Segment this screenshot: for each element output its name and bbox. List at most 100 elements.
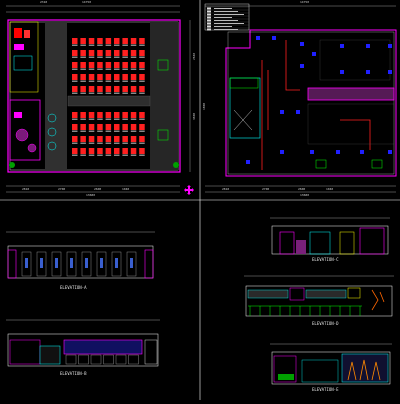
dim-side-1: 2640 — [192, 52, 196, 60]
seat-desk — [122, 80, 128, 82]
legend-swatch — [207, 10, 211, 13]
elevation-b-panel — [128, 354, 139, 365]
seat — [88, 50, 95, 56]
light-fixture — [366, 70, 370, 74]
legend-text-bar — [214, 11, 238, 12]
seat — [139, 112, 145, 118]
seat-desk — [88, 92, 95, 94]
seat-desk — [139, 92, 145, 94]
legend-text-bar — [214, 17, 232, 18]
seat-desk — [80, 92, 86, 94]
seat-desk — [114, 56, 120, 58]
seat-desk — [114, 68, 120, 70]
elevation-a-figure — [40, 258, 43, 268]
seat-desk — [139, 44, 145, 46]
seat-desk — [88, 142, 95, 144]
legend-table — [205, 6, 249, 31]
seat — [122, 62, 128, 68]
seat — [80, 38, 86, 44]
light-fixture — [246, 160, 250, 164]
seat — [97, 50, 103, 56]
seat-desk — [139, 142, 145, 144]
seat — [105, 124, 112, 130]
legend-text-bar — [214, 29, 238, 30]
seat — [139, 124, 145, 130]
seat-desk — [105, 68, 112, 70]
seat-desk — [130, 130, 137, 132]
seat-desk — [88, 130, 95, 132]
seat-desk — [97, 80, 103, 82]
seat — [80, 112, 86, 118]
dim-right-bottom-1: 2810 — [222, 187, 230, 191]
elevation-e-drawing — [270, 343, 392, 385]
seat-desk — [130, 80, 137, 82]
dim-right-bottom-4: 1040 — [326, 187, 334, 191]
seat-desk — [88, 68, 95, 70]
seat-desk — [114, 92, 120, 94]
dim-right-bottom-3: 2600 — [298, 187, 306, 191]
seat-desk — [139, 118, 145, 120]
legend-swatch — [207, 22, 211, 25]
seat — [105, 74, 112, 80]
seat-desk — [105, 118, 112, 120]
elevation-a-figure — [70, 258, 73, 268]
seat-desk — [122, 56, 128, 58]
light-fixture — [388, 70, 392, 74]
legend-swatch — [207, 28, 211, 31]
elevation-d-drawing — [244, 275, 394, 317]
elevation-c-drawing — [270, 217, 390, 255]
seat — [88, 74, 95, 80]
seat — [80, 124, 86, 130]
dim-bottom-1: 2810 — [22, 187, 30, 191]
dim-right-bottom-total: 13680 — [300, 193, 310, 197]
legend-text-bar — [214, 14, 244, 15]
seat-desk — [114, 130, 120, 132]
light-fixture — [366, 44, 370, 48]
seat — [122, 124, 128, 130]
seat-desk — [97, 118, 103, 120]
seat-desk — [122, 44, 128, 46]
seat-desk — [80, 130, 86, 132]
seat-desk — [130, 56, 137, 58]
light-fixture — [310, 150, 314, 154]
elevation-a-drawing — [6, 231, 155, 279]
elevation-b-drawing — [6, 319, 160, 367]
seat — [122, 112, 128, 118]
seat-desk — [80, 154, 86, 156]
seat-desk — [72, 68, 78, 70]
seat — [139, 50, 145, 56]
seat — [88, 112, 95, 118]
elevation-b-title: ELEVATION-B — [60, 371, 87, 376]
seat — [139, 136, 145, 142]
elevation-b-panel — [115, 354, 127, 365]
elevation-b-panel — [90, 354, 102, 365]
seat-desk — [130, 118, 137, 120]
seat-desk — [105, 92, 112, 94]
light-fixture — [296, 110, 300, 114]
legend-text-bar — [214, 20, 238, 21]
elevation-b-panels — [65, 354, 139, 365]
seat-desk — [72, 92, 78, 94]
seat-desk — [130, 142, 137, 144]
seat-desk — [88, 44, 95, 46]
seat — [105, 62, 112, 68]
seat-desk — [80, 142, 86, 144]
dim-bottom-total: 13680 — [86, 193, 96, 197]
seat — [88, 62, 95, 68]
seat — [72, 38, 78, 44]
seat — [122, 136, 128, 142]
seat — [130, 148, 137, 154]
seat-desk — [80, 44, 86, 46]
seat-desk — [122, 68, 128, 70]
dim-bottom-4: 1040 — [122, 187, 130, 191]
legend-swatch — [207, 25, 211, 28]
seat — [72, 50, 78, 56]
seat — [114, 124, 120, 130]
seat — [130, 50, 137, 56]
seat-desk — [97, 44, 103, 46]
seat — [72, 112, 78, 118]
seat-desk — [122, 130, 128, 132]
seat — [139, 74, 145, 80]
cad-drawing-canvas[interactable]: 2310 14750 2810 2700 2600 1040 13680 264… — [0, 0, 400, 400]
seat — [114, 136, 120, 142]
